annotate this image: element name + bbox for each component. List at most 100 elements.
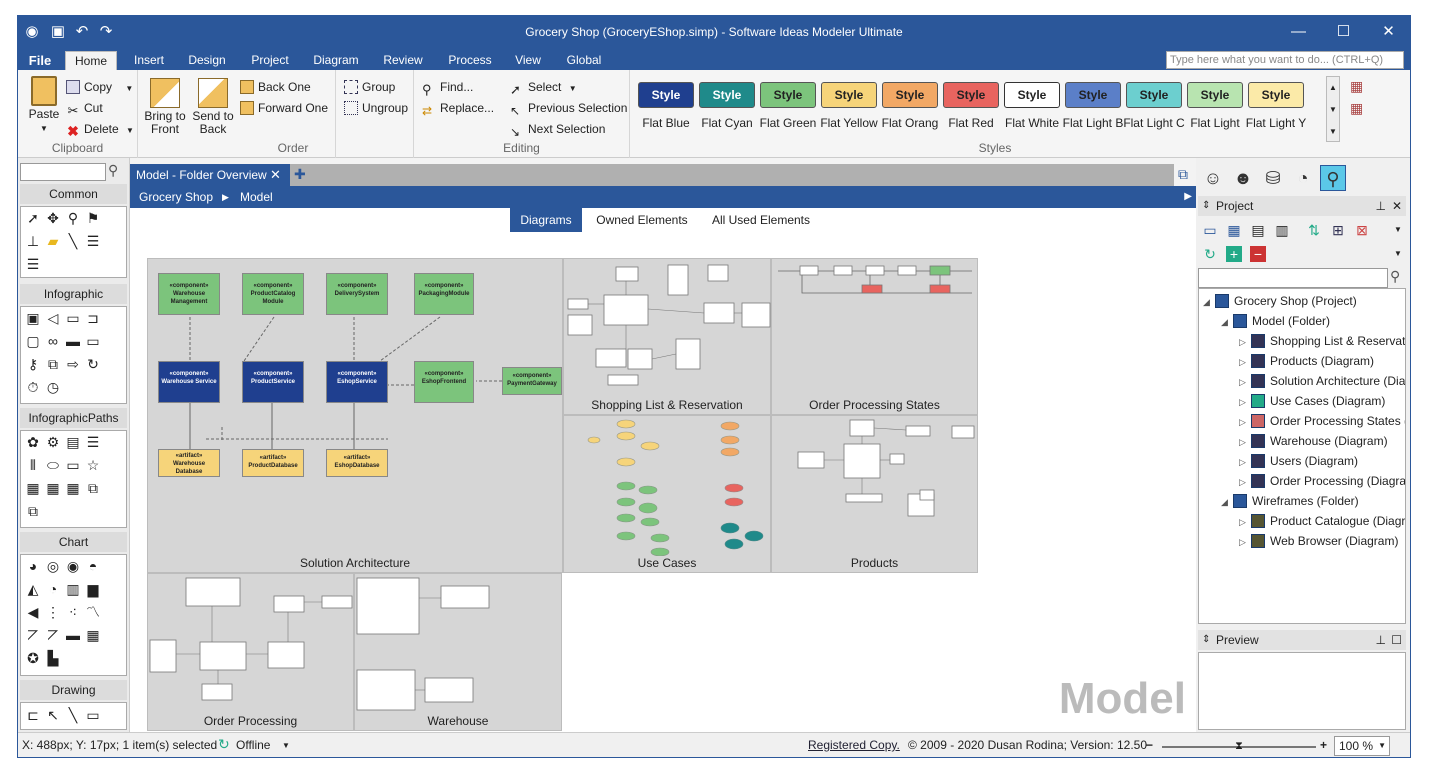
bar-chart-icon[interactable]: ▥ — [65, 581, 81, 597]
tree-item-products[interactable]: ▷ Products (Diagram) — [1239, 351, 1374, 371]
tab-review[interactable]: Review — [378, 51, 428, 70]
view-tab-all-used-elements[interactable]: All Used Elements — [706, 208, 816, 232]
format-icon[interactable]: ▦ — [1350, 78, 1366, 94]
tab-design[interactable]: Design — [182, 51, 232, 70]
chain-shape-icon[interactable]: ∞ — [45, 333, 61, 349]
grid2-path-icon[interactable]: ▦ — [45, 480, 61, 496]
minimize-button[interactable]: — — [1276, 16, 1321, 48]
breadcrumb-item-model[interactable]: Model — [240, 186, 273, 208]
polar-chart-icon[interactable]: ✪ — [25, 650, 41, 666]
bracket-shape-icon[interactable]: ⊐ — [85, 310, 101, 326]
tab-diagram[interactable]: Diagram — [308, 51, 364, 70]
style-card[interactable]: Style — [1065, 82, 1121, 108]
nodes2-path-icon[interactable]: ⧉ — [25, 503, 41, 519]
cut-button[interactable]: ✂ Cut — [66, 101, 103, 118]
tree-item-order-processing-states[interactable]: ▷ Order Processing States (I — [1239, 411, 1405, 431]
style-card[interactable]: Style — [821, 82, 877, 108]
send-to-back-button[interactable]: Send to Back — [190, 78, 236, 136]
tab-file[interactable]: File — [22, 51, 58, 70]
spline-chart-icon[interactable]: ⦢ — [45, 627, 61, 643]
next-selection-button[interactable]: ↘ Next Selection — [510, 122, 605, 139]
offline-status[interactable]: Offline — [236, 738, 270, 752]
offline-status-icon[interactable]: ↻ — [218, 736, 230, 753]
line-chart-icon[interactable]: 〽 — [85, 604, 101, 620]
style-card[interactable]: Style — [1248, 82, 1304, 108]
toolbox-section-infographic[interactable]: Infographic — [20, 284, 127, 304]
toolbox-search-input[interactable] — [20, 163, 106, 181]
offline-dropdown-icon[interactable]: ▼ — [282, 741, 290, 750]
style-card[interactable]: Style — [638, 82, 694, 108]
star-path-icon[interactable]: ☆ — [85, 457, 101, 473]
funnel-chart-icon[interactable]: ◀ — [25, 604, 41, 620]
sort-icon[interactable]: ⇅ — [1306, 222, 1322, 238]
view-tab-diagrams[interactable]: Diagrams — [510, 208, 582, 232]
toolbox-section-chart[interactable]: Chart — [20, 532, 127, 552]
pointer-tool-icon[interactable]: ➚ — [25, 210, 41, 226]
zoom-slider-thumb[interactable]: ⧗ — [1234, 739, 1244, 753]
remove-hierarchy-icon[interactable]: ⊠ — [1354, 222, 1370, 238]
diagram-thumbnail-use-cases[interactable]: Use Cases — [563, 415, 771, 573]
tree-item-shopping-list[interactable]: ▷ Shopping List & Reservatio — [1239, 331, 1405, 351]
radar-chart-icon[interactable]: ◔ — [45, 581, 61, 597]
find-button[interactable]: ⚲ Find... — [422, 80, 473, 97]
area-chart-icon[interactable]: ◭ — [25, 581, 41, 597]
progress-shape-icon[interactable]: ▬ — [65, 333, 81, 349]
format-tool-icon[interactable]: ⚑ — [85, 210, 101, 226]
donut-chart-icon[interactable]: ◎ — [45, 558, 61, 574]
polyline-draw-icon[interactable]: ⊏ — [25, 707, 41, 723]
copy-button[interactable]: Copy ▼ — [66, 80, 133, 94]
progress-chart-icon[interactable]: ▬ — [65, 627, 81, 643]
tab-list-icon[interactable]: ⧉ — [1178, 166, 1188, 183]
column-chart-icon[interactable]: ▆ — [85, 581, 101, 597]
zoom-slider[interactable]: ⧗ — [1162, 740, 1316, 752]
cycle-shape-icon[interactable]: ↻ — [85, 356, 101, 372]
frame-path-icon[interactable]: ▭ — [65, 457, 81, 473]
project-filter-input[interactable] — [1198, 268, 1388, 288]
tree-item-users[interactable]: ▷ Users (Diagram) — [1239, 451, 1358, 471]
maximize-button[interactable]: ☐ — [1321, 16, 1366, 48]
toolbox-section-common[interactable]: Common — [20, 184, 127, 204]
refresh-icon[interactable]: ↻ — [1202, 246, 1218, 262]
zoom-in-icon[interactable]: + — [1320, 738, 1327, 752]
style-card[interactable]: Style — [699, 82, 755, 108]
tab-home[interactable]: Home — [65, 51, 117, 70]
pills-path-icon[interactable]: ⦀ — [25, 457, 41, 473]
close-tab-icon[interactable]: ✕ — [270, 164, 281, 186]
text-tool-icon[interactable]: ☰ — [85, 233, 101, 249]
style-card[interactable]: Style — [1004, 82, 1060, 108]
zoom-out-icon[interactable]: − — [1146, 738, 1153, 752]
remove-icon[interactable]: − — [1250, 246, 1266, 262]
style-card[interactable]: Style — [943, 82, 999, 108]
ellipse-path-icon[interactable]: ⬭ — [45, 457, 61, 473]
key-shape-icon[interactable]: ⚷ — [25, 356, 41, 372]
add-tab-icon[interactable]: ✚ — [294, 166, 306, 183]
tree-item-order-processing[interactable]: ▷ Order Processing (Diagram — [1239, 471, 1405, 491]
panel-close-icon[interactable]: ✕ — [1392, 196, 1402, 216]
panel-shape-icon[interactable]: ▭ — [85, 333, 101, 349]
toolbox-search-icon[interactable]: ⚲ — [108, 162, 126, 182]
run-view-icon[interactable]: ◔ — [1290, 165, 1316, 191]
pin-icon[interactable]: ⊥ — [1376, 196, 1386, 216]
document-tab[interactable]: Model - Folder Overview ✕ — [130, 164, 290, 186]
registered-copy-link[interactable]: Registered Copy. — [808, 738, 900, 752]
zoom-tool-icon[interactable]: ⚲ — [65, 210, 81, 226]
hierarchy-icon[interactable]: ⊞ — [1330, 222, 1346, 238]
steps-path-icon[interactable]: ▤ — [65, 434, 81, 450]
folder-overview-canvas[interactable]: Diagrams Owned Elements All Used Element… — [130, 208, 1196, 732]
new-document-icon[interactable]: ▤ — [1250, 222, 1266, 238]
tree-item-warehouse[interactable]: ▷ Warehouse (Diagram) — [1239, 431, 1388, 451]
style-card[interactable]: Style — [882, 82, 938, 108]
new-diagram-icon[interactable]: ▭ — [1202, 222, 1218, 238]
preview-collapse-icon[interactable]: ⇕ — [1202, 630, 1210, 650]
rect-shape-icon[interactable]: ▭ — [65, 310, 81, 326]
stack-path-icon[interactable]: ☰ — [85, 434, 101, 450]
tree-item-product-catalogue[interactable]: ▷ Product Catalogue (Diagra — [1239, 511, 1405, 531]
rounded-shape-icon[interactable]: ▢ — [25, 333, 41, 349]
matrix-chart-icon[interactable]: ▙ — [45, 650, 61, 666]
flow-shape-icon[interactable]: ⧉ — [45, 356, 61, 372]
diagram-thumbnail-shopping-list[interactable]: Shopping List & Reservation — [563, 258, 771, 415]
previous-selection-button[interactable]: ↖ Previous Selection — [510, 101, 627, 118]
diagram-thumbnail-solution-architecture[interactable]: «component» Warehouse Management «compone… — [147, 258, 563, 573]
add-icon[interactable]: + — [1226, 246, 1242, 262]
style-card[interactable]: Style — [1126, 82, 1182, 108]
